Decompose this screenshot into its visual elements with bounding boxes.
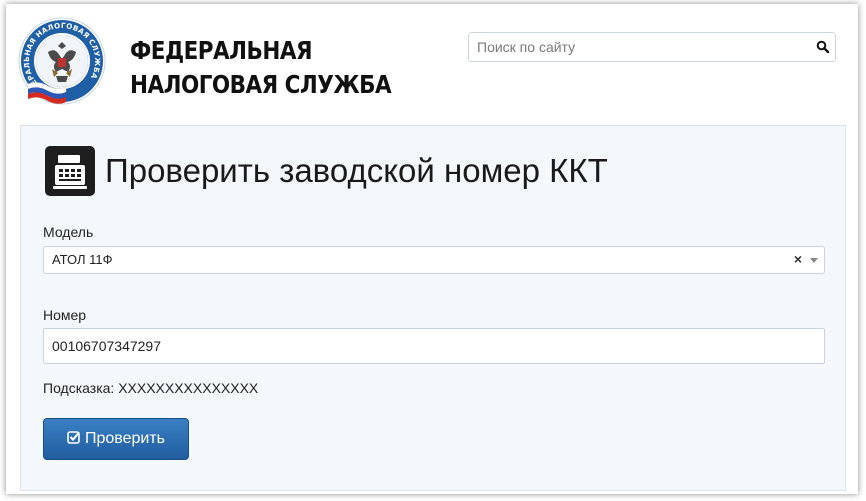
model-selected-value: АТОЛ 11Ф — [52, 252, 113, 267]
chevron-down-icon[interactable] — [810, 258, 818, 263]
input-hint: Подсказка: XXXXXXXXXXXXXXX — [43, 380, 259, 396]
check-square-icon — [67, 430, 81, 449]
kkt-check-panel: Проверить заводской номер ККТ Модель АТО… — [20, 125, 846, 491]
search-icon[interactable] — [815, 39, 831, 55]
site-title-line-2: НАЛОГОВАЯ СЛУЖБА — [130, 70, 392, 99]
number-label: Номер — [43, 307, 87, 323]
serial-number-input[interactable] — [43, 328, 825, 364]
cash-register-icon — [45, 146, 95, 196]
check-button-label: Проверить — [84, 430, 165, 447]
model-select[interactable]: АТОЛ 11Ф × — [43, 246, 825, 274]
page-title: Проверить заводской номер ККТ — [105, 152, 608, 189]
model-label: Модель — [43, 224, 94, 240]
fns-logo[interactable]: ФЕДЕРАЛЬНАЯ НАЛОГОВАЯ СЛУЖБА — [18, 14, 106, 108]
site-search — [468, 32, 836, 62]
search-input[interactable] — [469, 33, 799, 61]
check-button[interactable]: Проверить — [43, 418, 189, 460]
site-title[interactable]: ФЕДЕРАЛЬНАЯ НАЛОГОВАЯ СЛУЖБА — [130, 34, 392, 102]
clear-selection-icon[interactable]: × — [794, 251, 802, 267]
site-title-line-1: ФЕДЕРАЛЬНАЯ — [130, 36, 313, 65]
page-frame: ФЕДЕРАЛЬНАЯ НАЛОГОВАЯ СЛУЖБА ФЕДЕРАЛЬНАЯ… — [6, 4, 858, 494]
